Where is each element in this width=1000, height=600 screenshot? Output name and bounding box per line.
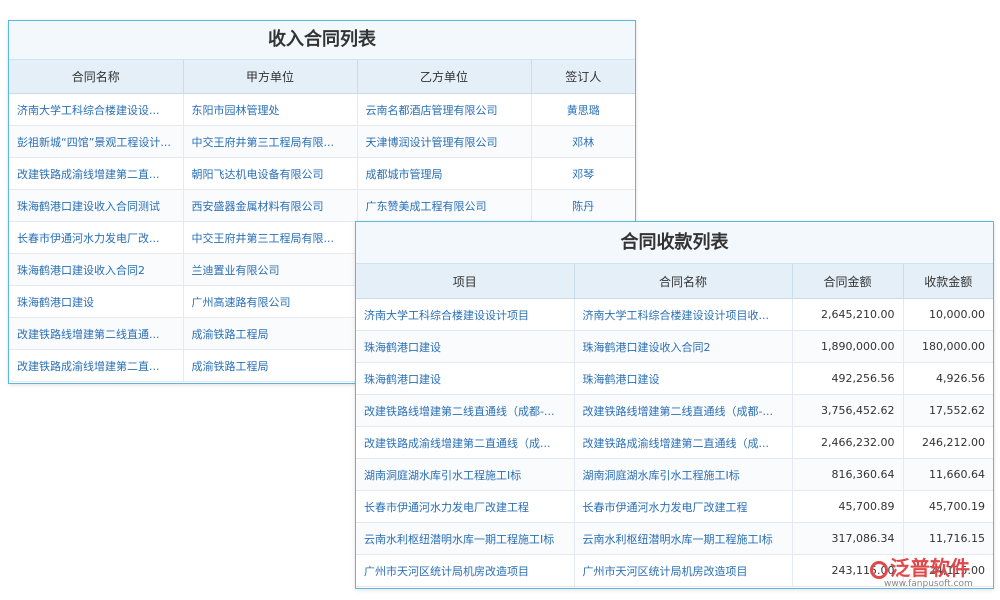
party-a-cell[interactable]: 广州高速路有限公司	[183, 285, 358, 318]
column-header[interactable]: 收款金额	[903, 264, 993, 299]
project-cell[interactable]: 改建铁路成渝线增建第二直通线（成...	[356, 426, 575, 459]
contract-name-cell[interactable]: 改建铁路线增建第二线直通线（成都-...	[574, 394, 793, 427]
contract-name-cell[interactable]: 济南大学工科综合楼建设设...	[9, 93, 184, 126]
contract-name-cell[interactable]: 改建铁路成渝线增建第二直...	[9, 349, 184, 382]
brand-name: 泛普软件	[890, 556, 970, 580]
contract-name-cell[interactable]: 珠海鹤港口建设收入合同2	[574, 330, 793, 363]
table-row[interactable]: 济南大学工科综合楼建设设... 东阳市园林管理处 云南名都酒店管理有限公司 黄思…	[9, 93, 635, 126]
table-row[interactable]: 珠海鹤港口建设 珠海鹤港口建设收入合同2 1,890,000.00 180,00…	[356, 330, 993, 363]
contract-name-cell[interactable]: 湖南洞庭湖水库引水工程施工I标	[574, 458, 793, 491]
column-header[interactable]: 合同名称	[574, 264, 793, 299]
contract-amount-cell: 3,756,452.62	[792, 394, 904, 427]
contract-name-cell[interactable]: 改建铁路线增建第二线直通...	[9, 317, 184, 350]
contract-amount-cell: 45,700.89	[792, 490, 904, 523]
project-cell[interactable]: 湖南洞庭湖水库引水工程施工I标	[356, 458, 575, 491]
table-row[interactable]: 改建铁路线增建第二线直通线（成都-... 改建铁路线增建第二线直通线（成都-..…	[356, 394, 993, 427]
party-b-cell[interactable]: 成都城市管理局	[357, 157, 532, 190]
contract-name-cell[interactable]: 珠海鹤港口建设	[9, 285, 184, 318]
contract-name-cell[interactable]: 济南大学工科综合楼建设设计项目收...	[574, 298, 793, 331]
received-amount-cell: 11,716.15	[903, 522, 993, 555]
contract-name-cell[interactable]: 彭祖新城“四馆”景观工程设计...	[9, 125, 184, 158]
brand-logo-icon	[870, 561, 888, 579]
project-cell[interactable]: 云南水利枢纽潜明水库一期工程施工I标	[356, 522, 575, 555]
contract-amount-cell: 1,890,000.00	[792, 330, 904, 363]
table-row[interactable]: 珠海鹤港口建设 珠海鹤港口建设 492,256.56 4,926.56	[356, 362, 993, 395]
received-amount-cell: 45,700.19	[903, 490, 993, 523]
table-row[interactable]: 长春市伊通河水力发电厂改建工程 长春市伊通河水力发电厂改建工程 45,700.8…	[356, 490, 993, 523]
panel-title: 收入合同列表	[9, 21, 635, 60]
signer-cell[interactable]: 邓林	[531, 125, 635, 158]
table-row[interactable]: 改建铁路成渝线增建第二直通线（成... 改建铁路成渝线增建第二直通线（成... …	[356, 426, 993, 459]
table-row[interactable]: 珠海鹤港口建设收入合同测试 西安盛器金属材料有限公司 广东赞美成工程有限公司 陈…	[9, 189, 635, 222]
signer-cell[interactable]: 黄思璐	[531, 93, 635, 126]
project-cell[interactable]: 济南大学工科综合楼建设设计项目	[356, 298, 575, 331]
party-b-cell[interactable]: 云南名都酒店管理有限公司	[357, 93, 532, 126]
contract-name-cell[interactable]: 改建铁路成渝线增建第二直通线（成...	[574, 426, 793, 459]
project-cell[interactable]: 广州市天河区统计局机房改造项目	[356, 554, 575, 587]
contract-name-cell[interactable]: 改建铁路成渝线增建第二直...	[9, 157, 184, 190]
table-row[interactable]: 改建铁路成渝线增建第二直... 朝阳飞达机电设备有限公司 成都城市管理局 邓琴	[9, 157, 635, 190]
party-a-cell[interactable]: 东阳市园林管理处	[183, 93, 358, 126]
contract-name-cell[interactable]: 云南水利枢纽潜明水库一期工程施工I标	[574, 522, 793, 555]
column-header[interactable]: 合同名称	[9, 60, 184, 94]
party-a-cell[interactable]: 中交王府井第三工程局有限...	[183, 125, 358, 158]
contract-amount-cell: 317,086.34	[792, 522, 904, 555]
received-amount-cell: 246,212.00	[903, 426, 993, 459]
party-a-cell[interactable]: 中交王府井第三工程局有限...	[183, 221, 358, 254]
signer-cell[interactable]: 陈丹	[531, 189, 635, 222]
party-b-cell[interactable]: 广东赞美成工程有限公司	[357, 189, 532, 222]
received-amount-cell: 11,660.64	[903, 458, 993, 491]
party-a-cell[interactable]: 西安盛器金属材料有限公司	[183, 189, 358, 222]
party-a-cell[interactable]: 成渝铁路工程局	[183, 349, 358, 382]
contract-amount-cell: 816,360.64	[792, 458, 904, 491]
column-header[interactable]: 项目	[356, 264, 575, 299]
contract-amount-cell: 2,466,232.00	[792, 426, 904, 459]
contract-name-cell[interactable]: 珠海鹤港口建设收入合同2	[9, 253, 184, 286]
brand-watermark: 泛普软件 www.fanpusoft.com	[870, 552, 973, 589]
contract-collection-panel: 合同收款列表 项目 合同名称 合同金额 收款金额 济南大学工科综合楼建设设计项目…	[355, 221, 994, 589]
contract-name-cell[interactable]: 珠海鹤港口建设	[574, 362, 793, 395]
contract-name-cell[interactable]: 珠海鹤港口建设收入合同测试	[9, 189, 184, 222]
contract-amount-cell: 492,256.56	[792, 362, 904, 395]
contract-name-cell[interactable]: 长春市伊通河水力发电厂改建工程	[574, 490, 793, 523]
panel-title: 合同收款列表	[356, 222, 993, 264]
table-row[interactable]: 济南大学工科综合楼建设设计项目 济南大学工科综合楼建设设计项目收... 2,64…	[356, 298, 993, 331]
column-header[interactable]: 合同金额	[792, 264, 904, 299]
column-header[interactable]: 甲方单位	[183, 60, 358, 94]
received-amount-cell: 17,552.62	[903, 394, 993, 427]
contract-name-cell[interactable]: 长春市伊通河水力发电厂改...	[9, 221, 184, 254]
column-header[interactable]: 乙方单位	[357, 60, 532, 94]
party-b-cell[interactable]: 天津博润设计管理有限公司	[357, 125, 532, 158]
project-cell[interactable]: 改建铁路线增建第二线直通线（成都-...	[356, 394, 575, 427]
received-amount-cell: 180,000.00	[903, 330, 993, 363]
project-cell[interactable]: 长春市伊通河水力发电厂改建工程	[356, 490, 575, 523]
project-cell[interactable]: 珠海鹤港口建设	[356, 330, 575, 363]
table-row[interactable]: 云南水利枢纽潜明水库一期工程施工I标 云南水利枢纽潜明水库一期工程施工I标 31…	[356, 522, 993, 555]
received-amount-cell: 4,926.56	[903, 362, 993, 395]
signer-cell[interactable]: 邓琴	[531, 157, 635, 190]
party-a-cell[interactable]: 朝阳飞达机电设备有限公司	[183, 157, 358, 190]
contract-amount-cell: 2,645,210.00	[792, 298, 904, 331]
contract-collection-table: 项目 合同名称 合同金额 收款金额 济南大学工科综合楼建设设计项目 济南大学工科…	[356, 264, 993, 587]
table-row[interactable]: 彭祖新城“四馆”景观工程设计... 中交王府井第三工程局有限... 天津博润设计…	[9, 125, 635, 158]
party-a-cell[interactable]: 成渝铁路工程局	[183, 317, 358, 350]
brand-url: www.fanpusoft.com	[884, 579, 973, 589]
table-row[interactable]: 湖南洞庭湖水库引水工程施工I标 湖南洞庭湖水库引水工程施工I标 816,360.…	[356, 458, 993, 491]
project-cell[interactable]: 珠海鹤港口建设	[356, 362, 575, 395]
party-a-cell[interactable]: 兰迪置业有限公司	[183, 253, 358, 286]
contract-name-cell[interactable]: 广州市天河区统计局机房改造项目	[574, 554, 793, 587]
received-amount-cell: 10,000.00	[903, 298, 993, 331]
column-header[interactable]: 签订人	[531, 60, 635, 94]
